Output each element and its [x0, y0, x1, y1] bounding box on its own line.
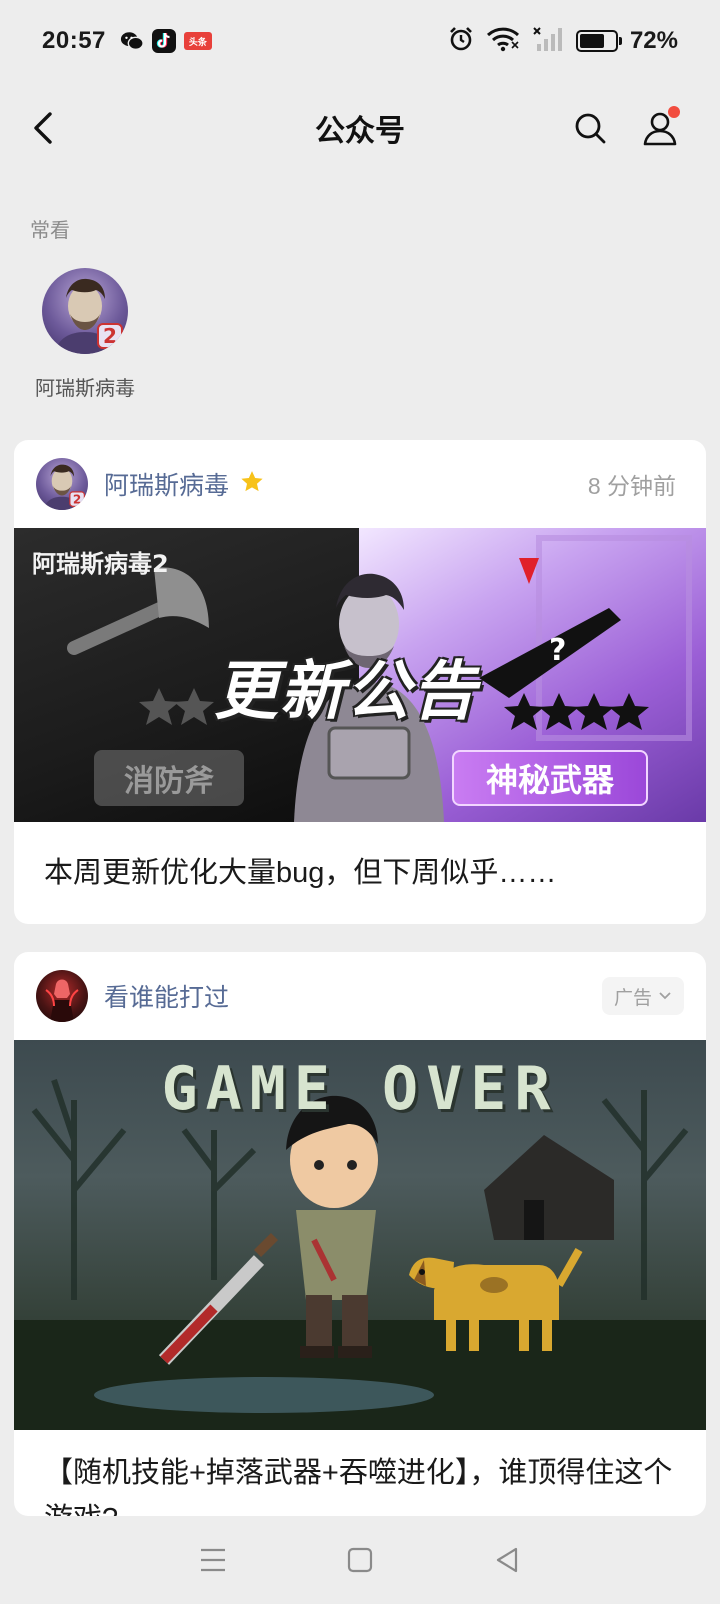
svg-text:?: ? — [549, 633, 566, 668]
account-avatar: 2 — [42, 268, 128, 354]
status-time: 20:57 — [42, 27, 106, 54]
status-app-icons: 头条 — [120, 29, 212, 53]
ad-label-text: 广告 — [613, 987, 652, 1009]
ad-card[interactable]: 看谁能打过 广告 GAME OVER 【随机技能+掉落武器+吞噬进化】，谁顶得住… — [14, 952, 706, 1516]
notification-dot — [668, 106, 680, 118]
menu-button[interactable] — [189, 1536, 237, 1584]
home-button[interactable] — [336, 1536, 384, 1584]
advertiser-name[interactable]: 看谁能打过 — [104, 978, 229, 1014]
frequent-section-label: 常看 — [30, 220, 70, 242]
toutiao-icon: 头条 — [183, 32, 212, 50]
status-bar: 20:57 头条 72% — [0, 0, 720, 82]
account-avatar[interactable] — [36, 970, 88, 1022]
ad-card-header: 看谁能打过 广告 — [14, 952, 706, 1040]
system-nav-bar — [0, 1516, 720, 1604]
cover-tag-right: 神秘武器 — [452, 750, 648, 806]
ad-label-button[interactable]: 广告 — [601, 977, 684, 1015]
svg-text:2: 2 — [103, 324, 117, 348]
article-title[interactable]: 本周更新优化大量bug，但下周似乎…… — [14, 822, 706, 896]
article-cover-image[interactable]: ? 阿瑞斯病毒2 更新公告 消防斧 神秘武器 — [14, 528, 706, 822]
back-button[interactable] — [20, 104, 68, 152]
search-button[interactable] — [566, 104, 614, 152]
wechat-icon — [120, 29, 144, 53]
chevron-down-icon — [659, 992, 671, 1000]
battery-level — [579, 34, 605, 48]
ad-title[interactable]: 【随机技能+掉落武器+吞噬进化】，谁顶得住这个游戏? — [14, 1430, 706, 1516]
article-card-header: 2 阿瑞斯病毒 8 分钟前 — [14, 440, 706, 528]
signal-icon — [532, 26, 564, 57]
back-triangle-icon — [496, 1547, 517, 1573]
tiktok-icon — [151, 29, 176, 53]
menu-icon — [201, 1548, 226, 1572]
frequent-account-item[interactable]: 2 阿瑞斯病毒 — [30, 268, 140, 401]
cover-tag-left: 消防斧 — [94, 750, 244, 806]
ad-cover-image[interactable]: GAME OVER — [14, 1040, 706, 1430]
battery-icon — [575, 30, 622, 52]
battery-percent: 72% — [629, 27, 678, 54]
ad-cover-headline: GAME OVER — [161, 1054, 559, 1124]
page-title: 公众号 — [315, 115, 405, 148]
top-nav-bar: 公众号 — [0, 82, 720, 174]
publish-time: 8 分钟前 — [587, 473, 676, 499]
status-indicators: 72% — [448, 26, 678, 57]
home-square-icon — [347, 1547, 373, 1573]
wifi-icon — [486, 26, 520, 57]
search-icon — [575, 113, 606, 144]
back-nav-button[interactable] — [483, 1536, 531, 1584]
alarm-icon — [448, 26, 474, 57]
star-icon — [239, 469, 265, 500]
account-avatar[interactable]: 2 — [36, 458, 88, 510]
svg-text:2: 2 — [73, 492, 81, 506]
article-card[interactable]: 2 阿瑞斯病毒 8 分钟前 ? 阿瑞斯病毒2 更新公告 消防斧 神秘武器 本周更… — [14, 440, 706, 924]
back-chevron-icon — [34, 112, 52, 144]
cover-headline: 更新公告 — [214, 655, 478, 729]
frequent-account-name: 阿瑞斯病毒 — [35, 378, 135, 400]
account-name[interactable]: 阿瑞斯病毒 — [104, 466, 229, 502]
cover-brand-text: 阿瑞斯病毒2 — [32, 550, 169, 578]
profile-button[interactable] — [636, 104, 684, 152]
